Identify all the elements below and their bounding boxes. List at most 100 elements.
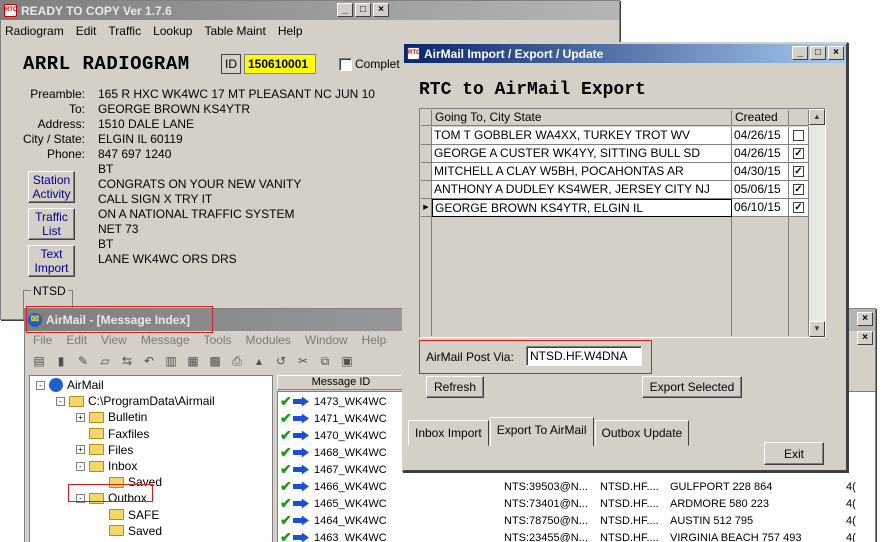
tree-item-bulletin[interactable]: + Bulletin xyxy=(76,410,147,424)
tree-item-saved[interactable]: Saved xyxy=(96,524,162,538)
tab-export-to-airmail[interactable]: Export To AirMail xyxy=(489,417,594,446)
grid-vertical-scrollbar[interactable]: ▲ ▼ xyxy=(809,109,825,337)
menu-item-help[interactable]: Help xyxy=(278,24,303,38)
message-row[interactable]: ✔ 1464_WK4WC NTS:78750@N... NTSD.HF.... AUST… xyxy=(280,512,856,529)
menu-item-message[interactable]: Message xyxy=(141,333,190,347)
row-selector[interactable] xyxy=(421,145,432,163)
tree-item-c-programdata-airmail[interactable]: - C:\ProgramData\Airmail xyxy=(56,394,215,408)
columns-icon[interactable]: ▩ xyxy=(207,353,223,369)
mdi-close-icon[interactable]: × xyxy=(857,331,873,345)
copy-icon[interactable]: ⧉ xyxy=(317,353,333,369)
refresh-button[interactable]: Refresh xyxy=(426,376,484,398)
checkbox-column-header[interactable] xyxy=(789,110,809,126)
tree-item-files[interactable]: + Files xyxy=(76,443,133,457)
export-grid-row[interactable]: GEORGE A CUSTER WK4YY, SITTING BULL SD 04… xyxy=(421,145,809,163)
folder-tree[interactable]: - AirMail - C:\ProgramData\Airmail + Bulletin… xyxy=(29,375,273,542)
select-cell[interactable] xyxy=(789,127,809,145)
message-row[interactable]: ✔ 1463_WK4WC NTS:23455@N... NTSD.HF.... VIRG… xyxy=(280,529,856,542)
tab-outbox-update[interactable]: Outbox Update xyxy=(594,420,690,446)
created-cell[interactable]: 04/26/15 xyxy=(732,127,789,145)
menu-item-radiogram[interactable]: Radiogram xyxy=(5,24,64,38)
row-selector[interactable] xyxy=(421,127,432,145)
complete-checkbox[interactable] xyxy=(339,58,352,71)
export-checkbox[interactable]: ✓ xyxy=(793,166,804,177)
message-row[interactable]: ✔ 1466_WK4WC NTS:39503@N... NTSD.HF.... GULF… xyxy=(280,478,856,495)
collapse-icon[interactable]: - xyxy=(36,380,45,390)
open-folder-icon[interactable]: ▱ xyxy=(97,353,113,369)
traffic-list-button[interactable]: Traffic List xyxy=(28,208,75,240)
select-cell[interactable]: ✓ xyxy=(789,199,809,217)
menu-item-edit[interactable]: Edit xyxy=(66,333,87,347)
scroll-down-icon[interactable]: ▼ xyxy=(809,321,825,337)
rtc-titlebar[interactable]: RTC READY TO COPY Ver 1.7.6 _ □ × xyxy=(1,1,619,20)
new-message-icon[interactable]: ✎ xyxy=(75,353,91,369)
created-cell[interactable]: 06/10/15 xyxy=(732,199,789,217)
print-icon[interactable]: ⎙ xyxy=(229,353,245,369)
post-via-input[interactable]: NTSD.HF.W4DNA xyxy=(526,346,642,366)
export-checkbox[interactable]: ✓ xyxy=(793,202,804,213)
row-selector[interactable] xyxy=(421,181,432,199)
created-cell[interactable]: 05/06/15 xyxy=(732,181,789,199)
select-cell[interactable]: ✓ xyxy=(789,181,809,199)
message-id-column-header[interactable]: Message ID xyxy=(277,375,405,390)
paste-icon[interactable]: ▣ xyxy=(339,353,355,369)
text-import-button[interactable]: Text Import xyxy=(28,245,75,277)
tab-inbox-import[interactable]: Inbox Import xyxy=(408,420,489,446)
export-selected-button[interactable]: Export Selected xyxy=(642,376,742,398)
export-checkbox[interactable]: ✓ xyxy=(793,184,804,195)
attach-icon[interactable]: ▥ xyxy=(163,353,179,369)
export-checkbox[interactable] xyxy=(793,130,804,141)
menu-item-help[interactable]: Help xyxy=(362,333,387,347)
expand-icon[interactable]: + xyxy=(76,412,85,422)
message-row[interactable]: ✔ 1465_WK4WC NTS:73401@N... NTSD.HF.... ARDM… xyxy=(280,495,856,512)
id-field[interactable]: 150610001 xyxy=(244,54,316,74)
going-to-cell[interactable]: MITCHELL A CLAY W5BH, POCAHONTAS AR xyxy=(432,163,732,181)
row-selector[interactable] xyxy=(421,163,432,181)
menu-item-table-maint[interactable]: Table Maint xyxy=(204,24,265,38)
move-icon[interactable]: ⇆ xyxy=(119,353,135,369)
maximize-icon[interactable]: □ xyxy=(355,3,371,17)
menu-item-traffic[interactable]: Traffic xyxy=(108,24,141,38)
tree-item-faxfiles[interactable]: Faxfiles xyxy=(76,427,149,441)
collapse-icon[interactable]: - xyxy=(56,396,65,406)
going-to-column-header[interactable]: Going To, City State xyxy=(432,110,732,126)
going-to-cell[interactable]: TOM T GOBBLER WA4XX, TURKEY TROT WV xyxy=(432,127,732,145)
menu-item-window[interactable]: Window xyxy=(305,333,348,347)
going-to-cell[interactable]: GEORGE BROWN KS4YTR, ELGIN IL xyxy=(432,199,732,217)
id-label[interactable]: ID xyxy=(221,54,241,74)
expand-icon[interactable]: + xyxy=(76,445,85,455)
created-cell[interactable]: 04/30/15 xyxy=(732,163,789,181)
cut-icon[interactable]: ✂ xyxy=(295,353,311,369)
maximize-icon[interactable]: □ xyxy=(810,46,826,60)
save-icon[interactable]: ▦ xyxy=(185,353,201,369)
created-cell[interactable]: 04/26/15 xyxy=(732,145,789,163)
export-grid-row[interactable]: MITCHELL A CLAY W5BH, POCAHONTAS AR 04/30… xyxy=(421,163,809,181)
close-icon[interactable]: × xyxy=(828,46,844,60)
child-close-icon[interactable]: × xyxy=(857,312,873,326)
reply-icon[interactable]: ↶ xyxy=(141,353,157,369)
export-titlebar[interactable]: RTC AirMail Import / Export / Update _ □… xyxy=(404,44,846,63)
menu-item-edit[interactable]: Edit xyxy=(76,24,97,38)
menu-item-view[interactable]: View xyxy=(101,333,127,347)
select-cell[interactable]: ✓ xyxy=(789,163,809,181)
created-column-header[interactable]: Created xyxy=(732,110,789,126)
minimize-icon[interactable]: _ xyxy=(792,46,808,60)
message-index-icon[interactable]: ▤ xyxy=(31,353,47,369)
export-grid-row[interactable]: ▶ GEORGE BROWN KS4YTR, ELGIN IL 06/10/15 ✓ xyxy=(421,199,809,217)
scroll-up-icon[interactable]: ▲ xyxy=(809,109,825,125)
select-cell[interactable]: ✓ xyxy=(789,145,809,163)
menu-item-lookup[interactable]: Lookup xyxy=(153,24,192,38)
going-to-cell[interactable]: ANTHONY A DUDLEY KS4WER, JERSEY CITY NJ xyxy=(432,181,732,199)
delete-icon[interactable]: ▴ xyxy=(251,353,267,369)
row-selector[interactable]: ▶ xyxy=(421,199,432,217)
menu-item-file[interactable]: File xyxy=(33,333,52,347)
minimize-icon[interactable]: _ xyxy=(337,3,353,17)
undo-icon[interactable]: ↺ xyxy=(273,353,289,369)
collapse-icon[interactable]: - xyxy=(76,461,85,471)
tree-item-safe[interactable]: SAFE xyxy=(96,508,159,522)
tree-item-inbox[interactable]: - Inbox xyxy=(76,459,137,473)
station-activity-button[interactable]: Station Activity xyxy=(28,171,75,203)
book-icon[interactable]: ▮ xyxy=(53,353,69,369)
export-checkbox[interactable]: ✓ xyxy=(793,148,804,159)
exit-button[interactable]: Exit xyxy=(764,442,824,465)
